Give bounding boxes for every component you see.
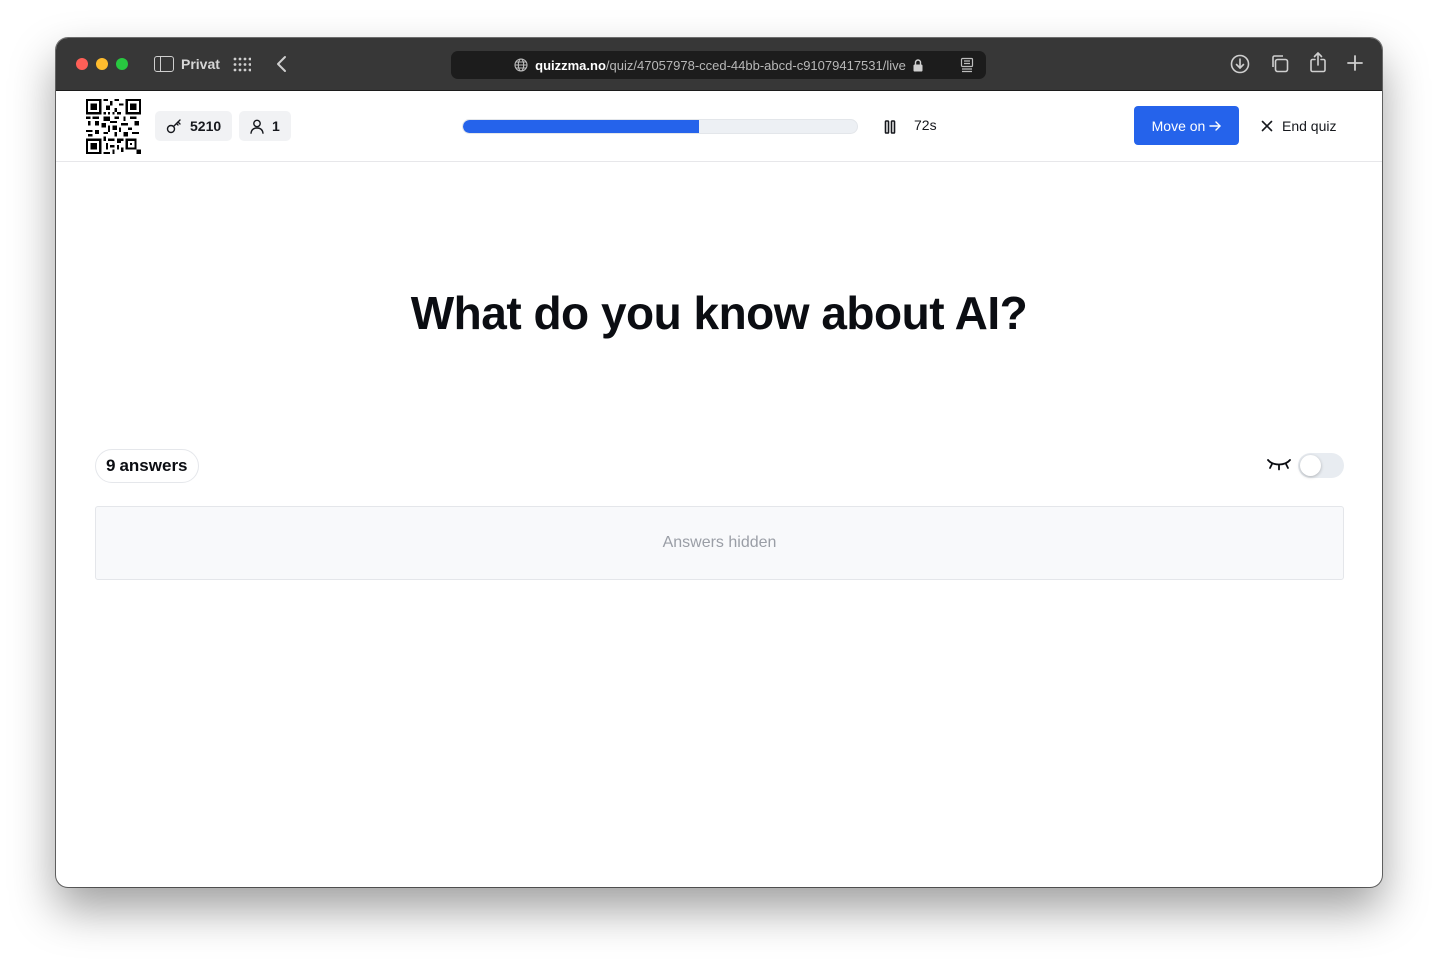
- key-icon: [166, 119, 181, 134]
- timer-progress-fill: [463, 120, 700, 133]
- player-count: 1: [272, 118, 280, 134]
- move-on-button[interactable]: Move on: [1134, 106, 1239, 145]
- globe-icon: [514, 58, 528, 72]
- timer-progress-bar: [462, 119, 858, 134]
- game-code-chip[interactable]: 5210: [155, 111, 233, 141]
- grid-icon[interactable]: [233, 57, 251, 72]
- back-icon[interactable]: [275, 55, 289, 73]
- url-host: quizzma.no: [535, 57, 606, 73]
- new-tab-icon[interactable]: [1346, 54, 1364, 72]
- qr-code: [86, 99, 141, 154]
- maximize-window-button[interactable]: [116, 58, 128, 70]
- close-window-button[interactable]: [76, 58, 88, 70]
- player-count-chip[interactable]: 1: [239, 111, 291, 141]
- answers-count: 9: [106, 456, 116, 475]
- game-code: 5210: [190, 118, 222, 134]
- sidebar-icon[interactable]: [154, 56, 174, 72]
- answers-count-label: answers: [119, 456, 188, 475]
- timer-text: 72s: [914, 117, 937, 133]
- answers-count-badge: 9 answers: [95, 449, 199, 483]
- quiz-header: 5210 1 72s Move on End quiz: [56, 91, 1382, 162]
- url-path: /quiz/47057978-cced-44bb-abcd-c910794175…: [605, 57, 906, 73]
- toggle-knob: [1300, 455, 1321, 476]
- download-icon[interactable]: [1230, 54, 1250, 74]
- answers-hidden-text: Answers hidden: [662, 534, 777, 551]
- tabs-icon[interactable]: [1270, 54, 1289, 73]
- show-answers-toggle[interactable]: [1298, 453, 1344, 478]
- close-icon: [1261, 120, 1273, 132]
- end-quiz-button[interactable]: End quiz: [1261, 115, 1336, 137]
- question-title: What do you know about AI?: [410, 287, 1028, 339]
- address-bar[interactable]: quizzma.no/quiz/47057978-cced-44bb-abcd-…: [451, 51, 986, 79]
- answers-panel: Answers hidden: [95, 506, 1344, 580]
- reader-icon[interactable]: [960, 57, 974, 73]
- profile-label[interactable]: Privat: [181, 56, 220, 72]
- minimize-window-button[interactable]: [96, 58, 108, 70]
- browser-window: Privat quizzma.no/quiz/47057978-cced-44b…: [56, 38, 1382, 887]
- eye-closed-icon: [1267, 459, 1291, 471]
- lock-icon: [913, 58, 923, 72]
- end-quiz-label: End quiz: [1282, 118, 1337, 134]
- pause-icon[interactable]: [882, 118, 898, 136]
- arrow-right-icon: [1209, 120, 1222, 131]
- user-icon: [250, 119, 264, 134]
- move-on-label: Move on: [1151, 117, 1206, 134]
- share-icon[interactable]: [1309, 51, 1327, 73]
- browser-titlebar: Privat quizzma.no/quiz/47057978-cced-44b…: [56, 38, 1382, 91]
